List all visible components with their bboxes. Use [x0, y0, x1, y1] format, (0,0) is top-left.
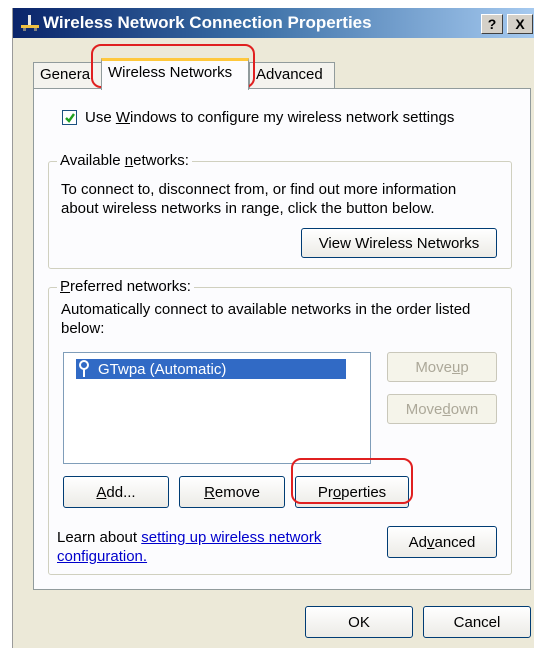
advanced-button[interactable]: Ad v anced: [387, 526, 497, 558]
use-windows-label: Use Windows to configure my wireless net…: [85, 109, 455, 126]
properties-dialog: Wireless Network Connection Properties ?…: [12, 8, 534, 648]
use-windows-checkbox[interactable]: [62, 110, 77, 125]
help-button[interactable]: ?: [481, 14, 503, 34]
window-title: Wireless Network Connection Properties: [43, 13, 372, 32]
cancel-button[interactable]: Cancel: [423, 606, 531, 638]
setup-help-link[interactable]: setting up wireless network: [141, 529, 321, 546]
add-button[interactable]: Add...: [63, 476, 169, 508]
use-windows-option[interactable]: Use Windows to configure my wireless net…: [62, 109, 454, 126]
ok-button[interactable]: OK: [305, 606, 413, 638]
list-item[interactable]: GTwpa (Automatic): [76, 359, 346, 379]
learn-about-text: Learn about setting up wireless network …: [57, 529, 322, 565]
title-bar[interactable]: Wireless Network Connection Properties ?…: [13, 8, 534, 38]
network-connection-icon: [19, 14, 41, 32]
tab-general[interactable]: General: [33, 62, 103, 88]
network-name: GTwpa (Automatic): [98, 360, 227, 378]
properties-button[interactable]: Pr o perties: [295, 476, 409, 508]
preferred-networks-legend: Preferred networks:: [57, 278, 194, 295]
tab-wireless-networks[interactable]: Wireless Networks: [101, 58, 249, 90]
available-networks-group: Available networks: To connect to, disco…: [48, 152, 512, 269]
view-wireless-networks-button[interactable]: View Wireless Networks: [301, 228, 497, 258]
tab-advanced[interactable]: Advanced: [249, 62, 335, 88]
wireless-networks-panel: Use Windows to configure my wireless net…: [33, 88, 531, 590]
move-up-button[interactable]: Move up: [387, 352, 497, 382]
preferred-networks-list[interactable]: GTwpa (Automatic): [63, 352, 371, 464]
close-button[interactable]: X: [507, 14, 533, 34]
preferred-networks-description: Automatically connect to available netwo…: [61, 301, 471, 337]
wireless-antenna-icon: [79, 360, 89, 377]
move-down-button[interactable]: Move d own: [387, 394, 497, 424]
checkmark-icon: [65, 113, 75, 123]
remove-button[interactable]: Remove: [179, 476, 285, 508]
available-networks-description: To connect to, disconnect from, or find …: [61, 181, 457, 217]
available-networks-legend: Available networks:: [57, 152, 192, 169]
preferred-networks-group: Preferred networks: Automatically connec…: [48, 278, 512, 575]
setup-help-link-continued[interactable]: configuration.: [57, 548, 147, 565]
tab-strip: General Wireless Networks Advanced: [13, 58, 534, 90]
